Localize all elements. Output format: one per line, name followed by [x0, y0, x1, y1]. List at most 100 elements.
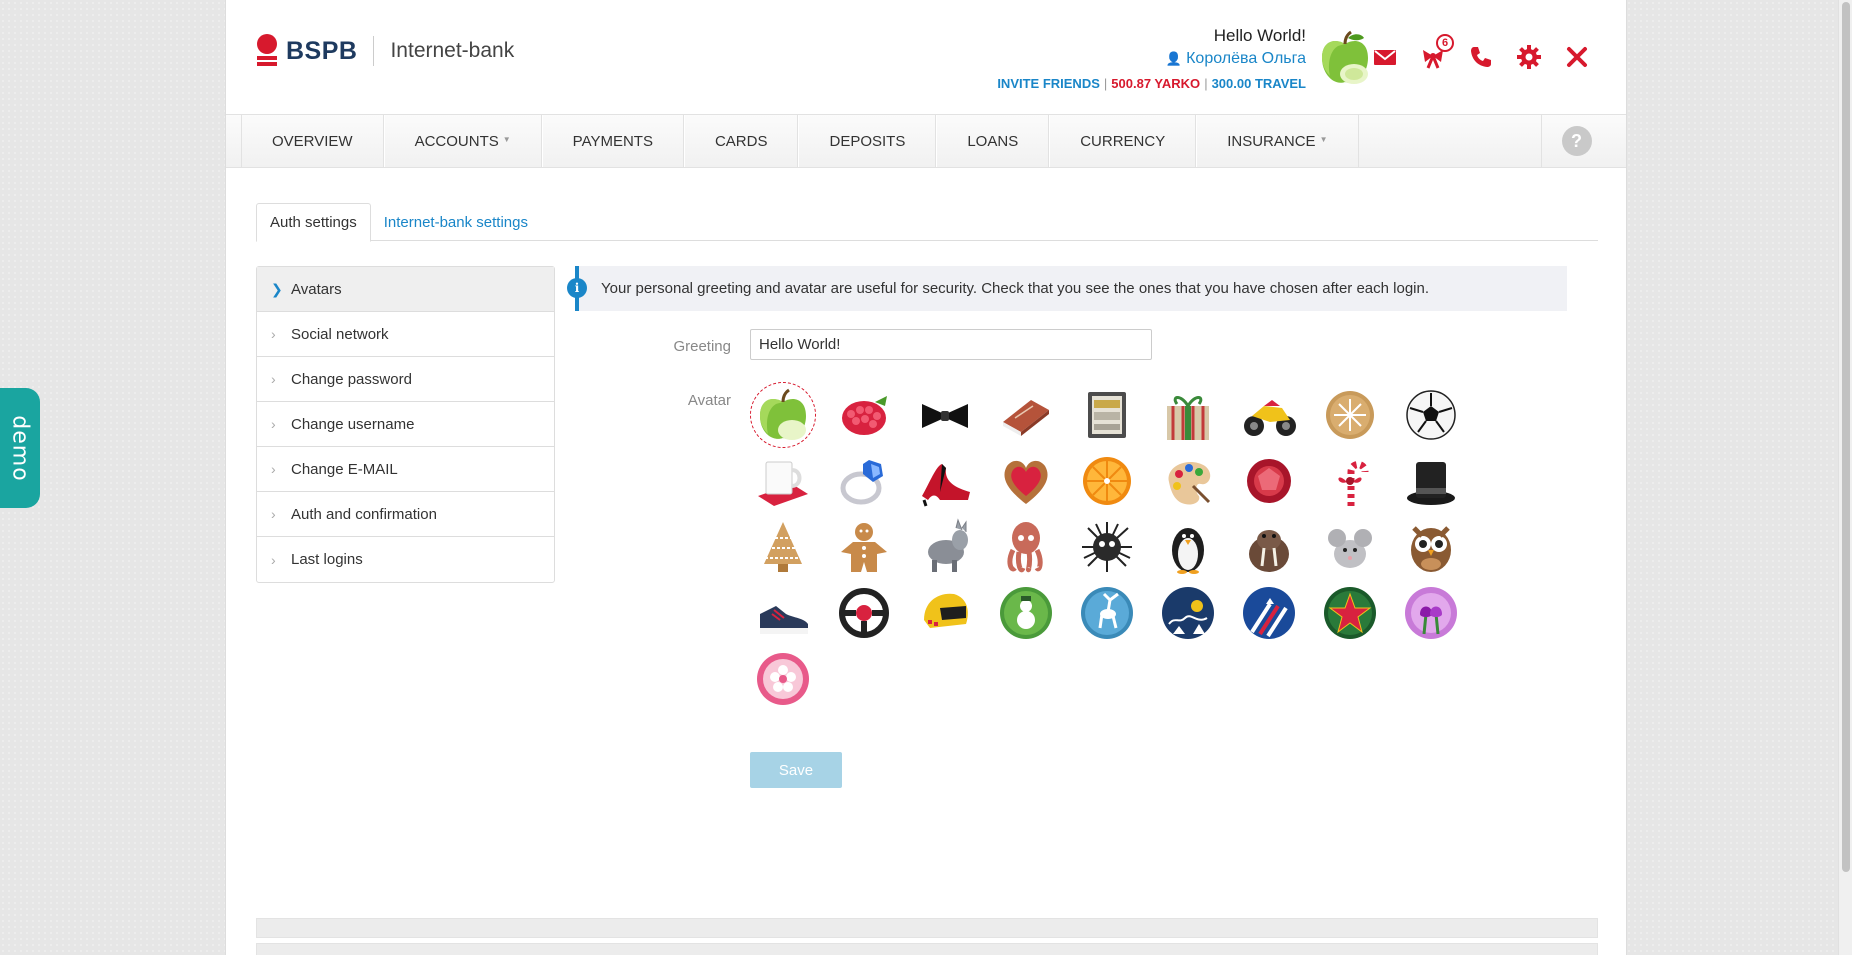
nav-label: ACCOUNTS	[414, 132, 499, 150]
star-icon	[1324, 587, 1376, 639]
avatar-option-donkey-icon[interactable]	[912, 514, 978, 580]
avatar-option-safe-icon[interactable]	[1074, 382, 1140, 448]
tab-internet-bank-settings[interactable]: Internet-bank settings	[371, 203, 541, 241]
avatar-option-deer-icon[interactable]	[1074, 580, 1140, 646]
demo-tab[interactable]: demo	[0, 388, 40, 508]
steering-wheel-icon	[839, 588, 889, 638]
nav-deposits[interactable]: DEPOSITS	[798, 115, 937, 167]
nav-accounts[interactable]: ACCOUNTS ▼	[383, 115, 542, 167]
yarko-balance[interactable]: 500.87 YARKO	[1111, 76, 1200, 91]
avatar-option-heart-cookie-icon[interactable]	[993, 448, 1059, 514]
avatar-option-apple-icon[interactable]	[750, 382, 816, 448]
user-greeting: Hello World!	[1213, 26, 1306, 45]
footer-bar-lower	[256, 943, 1598, 955]
avatar-option-penguin-icon[interactable]	[1155, 514, 1221, 580]
bspb-logo-icon	[256, 34, 278, 68]
scrollbar-thumb[interactable]	[1842, 2, 1850, 872]
sidebar-item-avatars[interactable]: ❯ Avatars	[257, 267, 554, 312]
avatar-option-flower-icon[interactable]	[750, 646, 816, 712]
logo-divider	[373, 36, 375, 66]
avatar-option-gem-icon[interactable]	[1236, 448, 1302, 514]
chevron-right-icon: ›	[271, 506, 276, 522]
avatar-option-star-icon[interactable]	[1317, 580, 1383, 646]
avatar-option-hedgehog-icon[interactable]	[1074, 514, 1140, 580]
avatar-option-motorcycle-icon[interactable]	[1236, 382, 1302, 448]
avatar-option-cookie-icon[interactable]	[1317, 382, 1383, 448]
avatar-option-top-hat-icon[interactable]	[1398, 448, 1464, 514]
travel-balance[interactable]: 300.00 TRAVEL	[1212, 76, 1306, 91]
paint-palette-icon	[1168, 461, 1211, 505]
nav-overview[interactable]: OVERVIEW	[241, 115, 384, 167]
avatar-option-high-heel-icon[interactable]	[912, 448, 978, 514]
avatar-option-steering-wheel-icon[interactable]	[831, 580, 897, 646]
sidebar-item-social-network[interactable]: › Social network	[257, 312, 554, 357]
nav-insurance[interactable]: INSURANCE ▼	[1196, 115, 1359, 167]
invite-friends-link[interactable]: INVITE FRIENDS	[997, 76, 1100, 91]
avatar-option-orange-icon[interactable]	[1074, 448, 1140, 514]
avatar-option-ring-icon[interactable]	[831, 448, 897, 514]
avatar-option-jets-icon[interactable]	[1236, 580, 1302, 646]
top-hat-icon	[1407, 462, 1455, 505]
nav-label: OVERVIEW	[272, 132, 353, 150]
close-icon[interactable]	[1564, 44, 1590, 70]
sidebar-item-label: Auth and confirmation	[291, 505, 437, 523]
avatar-option-sneaker-icon[interactable]	[750, 580, 816, 646]
avatar-option-gift-box-icon[interactable]	[1155, 382, 1221, 448]
avatar-option-candy-cane-icon[interactable]	[1317, 448, 1383, 514]
nav-label: CARDS	[714, 132, 768, 150]
gift-icon[interactable]: 6	[1420, 34, 1454, 70]
nav-currency[interactable]: CURRENCY	[1049, 115, 1197, 167]
avatar-option-paint-palette-icon[interactable]	[1155, 448, 1221, 514]
avatar-option-bow-tie-icon[interactable]	[912, 382, 978, 448]
avatar-option-christmas-tree-cookie-icon[interactable]	[750, 514, 816, 580]
santa-sleigh-icon	[1162, 587, 1214, 639]
greeting-label: Greeting	[673, 338, 731, 355]
nav-loans[interactable]: LOANS	[936, 115, 1050, 167]
chevron-right-icon: ›	[271, 461, 276, 477]
avatar-option-mouse-icon[interactable]	[1317, 514, 1383, 580]
avatar-option-helmet-icon[interactable]	[912, 580, 978, 646]
logo[interactable]: BSPB Internet-bank	[256, 34, 514, 68]
avatar-option-santa-sleigh-icon[interactable]	[1155, 580, 1221, 646]
help-button[interactable]: ?	[1561, 126, 1592, 156]
sidebar-item-label: Change password	[291, 370, 412, 388]
avatar-option-walrus-icon[interactable]	[1236, 514, 1302, 580]
avatar-option-octopus-icon[interactable]	[993, 514, 1059, 580]
avatar-option-soccer-ball-icon[interactable]	[1398, 382, 1464, 448]
gem-icon	[1247, 459, 1291, 503]
sidebar-item-change-username[interactable]: › Change username	[257, 402, 554, 447]
main-nav: OVERVIEW ACCOUNTS ▼ PAYMENTS CARDS DEPOSI…	[226, 114, 1626, 168]
tab-auth-settings[interactable]: Auth settings	[256, 203, 371, 242]
gingerbread-man-icon	[841, 523, 887, 572]
user-name-link[interactable]: 👤 Королёва Ольга	[997, 50, 1306, 68]
avatar-option-book-icon[interactable]	[993, 382, 1059, 448]
sidebar-item-change-email[interactable]: › Change E-MAIL	[257, 447, 554, 492]
product-name: Internet-bank	[390, 39, 515, 62]
header: BSPB Internet-bank Hello World! 👤 Королёв…	[226, 0, 1626, 114]
sidebar-item-change-password[interactable]: › Change password	[257, 357, 554, 402]
avatar-option-owl-icon[interactable]	[1398, 514, 1464, 580]
mug-icon	[758, 461, 808, 506]
avatar-option-raspberry-icon[interactable]	[831, 382, 897, 448]
avatar-option-tulips-icon[interactable]	[1398, 580, 1464, 646]
mouse-icon	[1328, 529, 1372, 568]
nav-cards[interactable]: CARDS	[683, 115, 799, 167]
page-scrollbar[interactable]	[1838, 0, 1852, 955]
flower-icon	[757, 653, 809, 705]
nav-payments[interactable]: PAYMENTS	[541, 115, 684, 167]
apple-icon	[760, 388, 806, 440]
brand-name: BSPB	[286, 36, 358, 65]
sidebar-item-last-logins[interactable]: › Last logins	[257, 537, 554, 582]
settings-sidebar: ❯ Avatars › Social network › Change passwor…	[256, 266, 555, 583]
phone-icon[interactable]	[1468, 44, 1494, 70]
greeting-input[interactable]	[750, 329, 1152, 360]
gear-icon[interactable]	[1516, 44, 1542, 70]
avatar-option-snowman-icon[interactable]	[993, 580, 1059, 646]
avatar-option-gingerbread-man-icon[interactable]	[831, 514, 897, 580]
soccer-ball-icon	[1406, 390, 1456, 440]
save-button[interactable]: Save	[750, 752, 842, 788]
avatar-option-mug-icon[interactable]	[750, 448, 816, 514]
sidebar-item-auth-confirmation[interactable]: › Auth and confirmation	[257, 492, 554, 537]
mail-icon[interactable]	[1372, 44, 1398, 70]
user-box: Hello World! 👤 Королёва Ольга INVITE FRIE…	[997, 26, 1306, 91]
